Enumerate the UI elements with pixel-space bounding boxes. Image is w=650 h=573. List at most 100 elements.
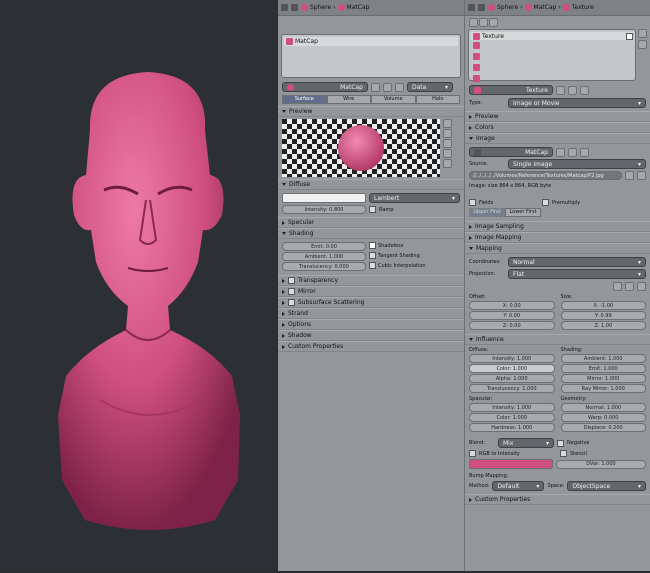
diffuse-intensity-field[interactable]: Intensity: 0.800 bbox=[282, 205, 366, 214]
preview-hair-button[interactable] bbox=[443, 159, 452, 168]
unlink-button[interactable] bbox=[395, 82, 404, 92]
shadeless-checkbox[interactable] bbox=[369, 242, 376, 249]
influence-diffuse-intensity-field[interactable]: Intensity: 1.000 bbox=[469, 354, 555, 363]
premultiply-checkbox[interactable] bbox=[542, 199, 549, 206]
section-mapping[interactable]: Mapping bbox=[465, 243, 650, 254]
translucency-field[interactable]: Translucency: 0.000 bbox=[282, 262, 366, 271]
pin-icon[interactable] bbox=[281, 4, 288, 11]
new-material-button[interactable] bbox=[383, 82, 392, 92]
empty-slot-icon[interactable] bbox=[473, 53, 480, 60]
section-options[interactable]: Options bbox=[278, 319, 464, 330]
bump-space-select[interactable]: ObjectSpace ▾ bbox=[567, 481, 646, 491]
section-custom-properties[interactable]: Custom Properties bbox=[278, 341, 464, 352]
size-y-field[interactable]: Y: 0.99 bbox=[560, 311, 646, 320]
open-image-button[interactable] bbox=[580, 147, 589, 157]
cubic-interpolation-checkbox[interactable] bbox=[369, 262, 376, 269]
influence-normal-field[interactable]: Normal: 1.000 bbox=[560, 403, 646, 412]
fields-checkbox[interactable] bbox=[469, 199, 476, 206]
section-influence[interactable]: Influence bbox=[465, 334, 650, 345]
new-texture-button[interactable] bbox=[568, 85, 577, 95]
map-y-button[interactable] bbox=[625, 282, 634, 291]
section-image[interactable]: Image bbox=[465, 133, 650, 144]
empty-slot-icon[interactable] bbox=[473, 42, 480, 49]
reload-button[interactable] bbox=[637, 171, 646, 180]
influence-displace-field[interactable]: Displace: 0.200 bbox=[560, 423, 646, 432]
preview-monkey-button[interactable] bbox=[443, 149, 452, 158]
size-z-field[interactable]: Z: 1.00 bbox=[560, 321, 646, 330]
negative-checkbox[interactable] bbox=[557, 439, 564, 447]
new-image-button[interactable] bbox=[568, 147, 577, 157]
influence-ambient-field[interactable]: Ambient: 1.000 bbox=[560, 354, 646, 363]
offset-x-field[interactable]: X: 0.00 bbox=[469, 301, 555, 310]
fake-user-button[interactable] bbox=[556, 85, 565, 95]
source-select[interactable]: Single Image ▾ bbox=[508, 159, 646, 169]
influence-translucency-field[interactable]: Translucency: 1.000 bbox=[469, 384, 555, 393]
texture-name-field[interactable]: Texture bbox=[469, 85, 553, 95]
preview-cube-button[interactable] bbox=[443, 139, 452, 148]
blend-select[interactable]: Mix ▾ bbox=[498, 438, 554, 448]
texture-slot-list[interactable]: Texture bbox=[468, 29, 636, 82]
section-image-sampling[interactable]: Image Sampling bbox=[465, 221, 650, 232]
unlink-button[interactable] bbox=[580, 85, 589, 95]
preview-sphere-button[interactable] bbox=[443, 119, 452, 128]
browse-folder-button[interactable] bbox=[625, 171, 634, 180]
section-strand[interactable]: Strand bbox=[278, 308, 464, 319]
bump-method-select[interactable]: Default ▾ bbox=[492, 481, 545, 491]
section-shadow[interactable]: Shadow bbox=[278, 330, 464, 341]
section-colors[interactable]: Colors bbox=[465, 122, 650, 133]
preview-plane-button[interactable] bbox=[443, 129, 452, 138]
lower-first-toggle[interactable]: Lower First bbox=[505, 208, 541, 217]
material-texture-button[interactable] bbox=[479, 18, 488, 27]
ambient-field[interactable]: Ambient: 1.000 bbox=[282, 252, 366, 261]
tab-surface[interactable]: Surface bbox=[282, 95, 327, 104]
image-path-field[interactable]: //../../../../Volumes/Reference/Textures… bbox=[469, 171, 622, 180]
projection-select[interactable]: Flat ▾ bbox=[508, 269, 646, 279]
section-specular[interactable]: Specular bbox=[278, 217, 464, 228]
dvar-field[interactable]: DVar: 1.000 bbox=[556, 459, 646, 469]
influence-specular-intensity-field[interactable]: Intensity: 1.000 bbox=[469, 403, 555, 412]
section-mirror[interactable]: Mirror bbox=[278, 286, 464, 297]
influence-hardness-field[interactable]: Hardness: 1.000 bbox=[469, 423, 555, 432]
move-up-button[interactable] bbox=[638, 29, 647, 38]
empty-slot-icon[interactable] bbox=[473, 75, 480, 82]
influence-alpha-field[interactable]: Alpha: 1.000 bbox=[469, 374, 555, 383]
map-x-button[interactable] bbox=[613, 282, 622, 291]
texture-type-select[interactable]: Image or Movie ▾ bbox=[508, 98, 646, 108]
tab-halo[interactable]: Halo bbox=[415, 95, 460, 104]
stencil-checkbox[interactable] bbox=[560, 450, 567, 457]
ramp-checkbox[interactable] bbox=[369, 206, 376, 213]
coordinates-select[interactable]: Normal ▾ bbox=[508, 257, 646, 267]
rgb-to-intensity-checkbox[interactable] bbox=[469, 450, 476, 457]
fake-user-button[interactable] bbox=[371, 82, 380, 92]
empty-slot-icon[interactable] bbox=[473, 64, 480, 71]
tab-volume[interactable]: Volume bbox=[371, 95, 416, 104]
diffuse-color-swatch[interactable] bbox=[282, 193, 366, 203]
section-subsurface-scattering[interactable]: Subsurface Scattering bbox=[278, 297, 464, 308]
emit-field[interactable]: Emit: 0.00 bbox=[282, 242, 366, 251]
brush-texture-button[interactable] bbox=[489, 18, 498, 27]
tab-wire[interactable]: Wire bbox=[326, 95, 371, 104]
influence-warp-field[interactable]: Warp: 0.000 bbox=[560, 413, 646, 422]
tangent-shading-checkbox[interactable] bbox=[369, 252, 376, 259]
material-slot-item[interactable]: MatCap bbox=[284, 37, 458, 46]
section-transparency[interactable]: Transparency bbox=[278, 275, 464, 286]
offset-z-field[interactable]: Z: 0.00 bbox=[469, 321, 555, 330]
link-data-select[interactable]: Data ▾ bbox=[407, 82, 453, 92]
map-z-button[interactable] bbox=[637, 282, 646, 291]
size-x-field[interactable]: X: -1.00 bbox=[560, 301, 646, 310]
upper-first-toggle[interactable]: Upper First bbox=[469, 208, 505, 217]
section-diffuse[interactable]: Diffuse bbox=[278, 179, 464, 190]
image-name-field[interactable]: MatCap bbox=[469, 147, 553, 157]
diffuse-shader-select[interactable]: Lambert ▾ bbox=[369, 193, 460, 203]
blend-color-swatch[interactable] bbox=[469, 459, 553, 469]
texture-slot-item[interactable]: Texture bbox=[471, 32, 633, 40]
section-image-mapping[interactable]: Image Mapping bbox=[465, 232, 650, 243]
offset-y-field[interactable]: Y: 0.00 bbox=[469, 311, 555, 320]
3d-viewport[interactable] bbox=[0, 0, 278, 571]
section-preview[interactable]: Preview bbox=[465, 111, 650, 122]
fake-user-button[interactable] bbox=[556, 147, 565, 157]
material-name-field[interactable]: MatCap bbox=[282, 82, 368, 92]
world-texture-button[interactable] bbox=[469, 18, 478, 27]
pin-icon[interactable] bbox=[468, 4, 475, 11]
influence-ray-mirror-field[interactable]: Ray Mirror: 1.000 bbox=[560, 384, 646, 393]
